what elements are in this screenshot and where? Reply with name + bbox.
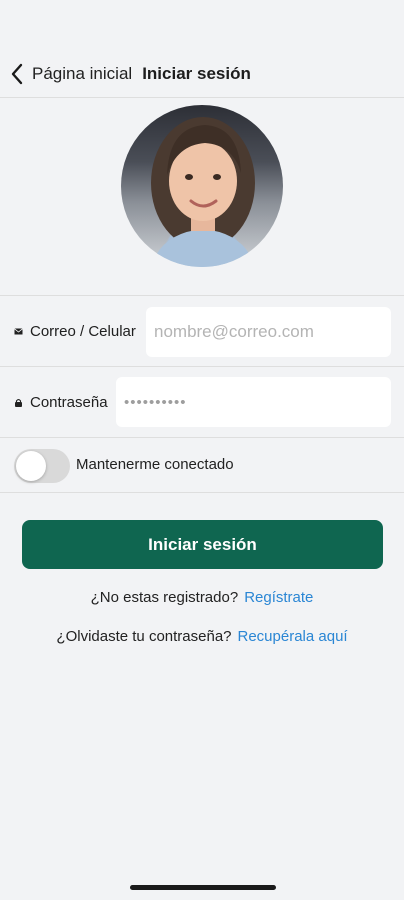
email-field[interactable] — [146, 307, 391, 357]
status-bar — [0, 0, 404, 46]
keep-connected-toggle[interactable] — [14, 449, 70, 483]
password-label: Contraseña — [30, 393, 108, 411]
email-label: Correo / Celular — [30, 322, 136, 340]
keep-connected-row: Mantenerme conectado — [0, 438, 404, 493]
lock-icon — [14, 398, 23, 407]
profile-photo — [121, 105, 283, 267]
back-button[interactable]: Página inicial — [10, 63, 132, 85]
register-question: ¿No estas registrado? — [90, 589, 239, 606]
forgot-password-line: ¿Olvidaste tu contraseña? Recupérala aquí — [0, 628, 404, 645]
avatar-section — [0, 98, 404, 296]
login-button[interactable]: Iniciar sesión — [22, 520, 383, 569]
toggle-knob — [16, 451, 46, 481]
register-line: ¿No estas registrado? Regístrate — [0, 589, 404, 606]
password-row: Contraseña — [0, 367, 404, 438]
forgot-question: ¿Olvidaste tu contraseña? — [56, 628, 232, 645]
page-title: Iniciar sesión — [142, 63, 251, 83]
register-link[interactable]: Regístrate — [244, 589, 313, 606]
recover-password-link[interactable]: Recupérala aquí — [238, 628, 348, 645]
keep-connected-label: Mantenerme conectado — [76, 456, 234, 473]
back-label: Página inicial — [32, 63, 133, 83]
mail-icon — [14, 327, 23, 335]
home-indicator[interactable] — [130, 885, 276, 890]
navigation-bar: Página inicial Iniciar sesión — [0, 50, 404, 98]
chevron-left-icon — [11, 63, 23, 84]
password-field[interactable] — [116, 377, 391, 427]
email-row: Correo / Celular — [0, 296, 404, 367]
